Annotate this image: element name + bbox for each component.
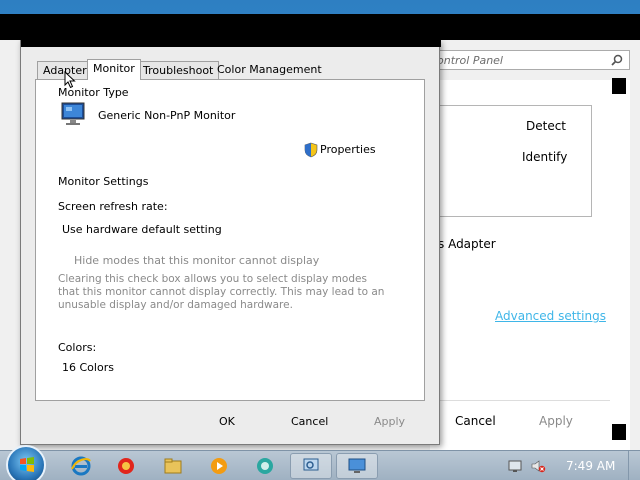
cancel-button[interactable]: Cancel xyxy=(291,415,328,428)
refresh-rate-label: Screen refresh rate: xyxy=(58,200,168,213)
action-center-icon[interactable] xyxy=(507,458,523,474)
magnifier-icon xyxy=(303,458,319,471)
tab-color-management[interactable]: Color Management xyxy=(212,61,327,79)
show-desktop-button[interactable] xyxy=(628,451,640,480)
monitor-name: Generic Non-PnP Monitor xyxy=(98,109,236,122)
ok-button[interactable]: OK xyxy=(219,415,235,428)
monitor-icon xyxy=(61,102,85,125)
adapter-label: s Adapter xyxy=(438,237,496,251)
tab-troubleshoot[interactable]: Troubleshoot xyxy=(137,61,220,79)
back-scroll-block-bottom xyxy=(612,424,626,440)
back-cancel-button[interactable]: Cancel xyxy=(455,414,496,428)
uac-shield-icon xyxy=(304,142,318,158)
taskbar: 7:49 AM xyxy=(0,445,640,480)
monitor-tab-panel: Monitor Type Generic Non-PnP Monitor Pro… xyxy=(35,79,425,401)
detect-button[interactable]: Detect xyxy=(526,119,566,133)
explorer-icon[interactable] xyxy=(162,455,184,477)
monitor-settings-heading: Monitor Settings xyxy=(58,175,149,188)
network-icon[interactable] xyxy=(254,455,276,477)
taskbar-button-magnifier[interactable] xyxy=(290,453,332,479)
colors-select[interactable]: 16 Colors xyxy=(62,361,114,374)
address-text: ontrol Panel xyxy=(437,54,503,67)
refresh-rate-select[interactable]: Use hardware default setting xyxy=(62,223,222,236)
internet-explorer-icon[interactable] xyxy=(70,455,92,477)
properties-button[interactable]: Properties xyxy=(320,143,376,156)
media-icon[interactable] xyxy=(115,455,137,477)
colors-label: Colors: xyxy=(58,341,97,354)
back-apply-button[interactable]: Apply xyxy=(539,414,573,428)
back-scroll-block-top xyxy=(612,78,626,94)
taskbar-button-display[interactable] xyxy=(336,453,378,479)
start-button[interactable] xyxy=(6,445,46,480)
apply-button[interactable]: Apply xyxy=(374,415,405,428)
search-icon[interactable] xyxy=(611,54,623,66)
hide-modes-checkbox-label[interactable]: Hide modes that this monitor cannot disp… xyxy=(74,254,319,267)
address-bar[interactable]: ontrol Panel xyxy=(430,50,630,70)
volume-muted-icon[interactable] xyxy=(530,458,546,474)
monitor-preview-box[interactable] xyxy=(430,105,592,217)
advanced-settings-link[interactable]: Advanced settings xyxy=(495,309,606,323)
taskbar-clock[interactable]: 7:49 AM xyxy=(566,459,615,473)
media-player-icon[interactable] xyxy=(208,455,230,477)
monitor-properties-dialog: Adapter Monitor Troubleshoot Color Manag… xyxy=(20,17,441,445)
dialog-titlebar[interactable] xyxy=(21,17,441,47)
windows-logo-icon xyxy=(20,457,34,472)
tab-monitor[interactable]: Monitor xyxy=(87,59,141,80)
display-icon xyxy=(348,458,366,473)
mouse-cursor-icon xyxy=(64,71,76,89)
hide-modes-description: Clearing this check box allows you to se… xyxy=(58,273,385,311)
divider xyxy=(430,400,610,401)
identify-button[interactable]: Identify xyxy=(522,150,567,164)
